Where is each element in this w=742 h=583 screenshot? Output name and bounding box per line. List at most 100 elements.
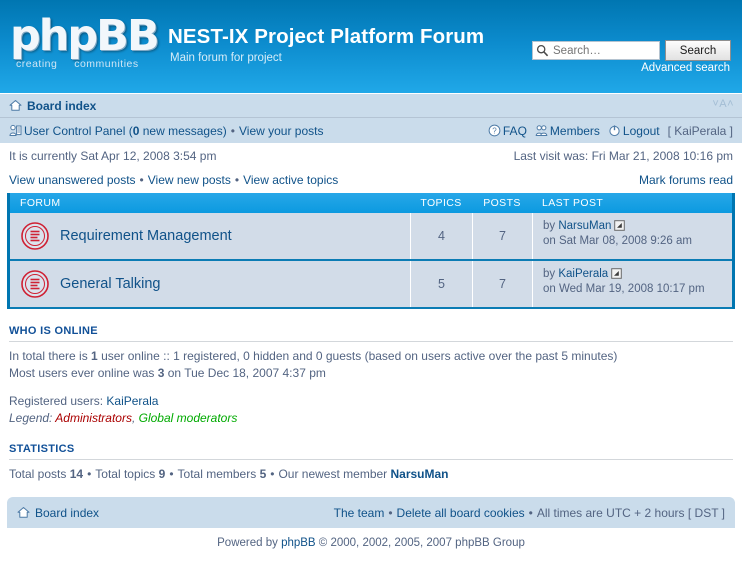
site-title: NEST-IX Project Platform Forum <box>168 25 485 48</box>
last-visit-text: Last visit was: Fri Mar 21, 2008 10:16 p… <box>513 149 733 163</box>
statistics-title: STATISTICS <box>9 443 733 460</box>
view-your-posts-link[interactable]: View your posts <box>239 124 324 138</box>
stat-separator-3: • <box>270 467 275 481</box>
faq-link[interactable]: ? FAQ <box>488 124 527 138</box>
total-posts-label: Total posts <box>9 467 70 481</box>
font-size-changer[interactable]: ˅A˄ <box>712 98 734 110</box>
online-spacer <box>9 382 733 393</box>
faq-icon: ? <box>488 124 501 136</box>
powered-prefix: Powered by <box>217 537 282 549</box>
page-wrapper: phpBB creating communities NEST-IX Proje… <box>0 0 742 549</box>
total-topics-label: Total topics <box>95 467 159 481</box>
forum-unread-icon <box>21 270 49 298</box>
column-header-posts: POSTS <box>483 197 521 209</box>
online-record-line: Most users ever online was 3 on Tue Dec … <box>9 365 733 382</box>
view-unanswered-posts-link[interactable]: View unanswered posts <box>9 173 136 187</box>
site-description: Main forum for project <box>170 52 282 64</box>
footer-separator-1: • <box>388 505 393 520</box>
online-record-suffix: on Tue Dec 18, 2007 4:37 pm <box>164 366 326 380</box>
column-header-forum: FORUM <box>20 197 61 209</box>
last-post-date: on Wed Mar 19, 2008 10:17 pm <box>543 283 705 295</box>
site-header: phpBB creating communities NEST-IX Proje… <box>0 0 742 93</box>
legend-global-moderators-link[interactable]: Global moderators <box>139 411 238 425</box>
registered-users-label: Registered users: <box>9 394 107 408</box>
footer-links: The team • Delete all board cookies • All ti… <box>334 506 725 520</box>
the-team-link[interactable]: The team <box>334 506 385 520</box>
search-field-wrapper[interactable] <box>532 41 660 60</box>
delete-cookies-link[interactable]: Delete all board cookies <box>397 506 525 520</box>
quicklink-separator-1: • <box>139 173 144 187</box>
members-icon <box>535 124 548 136</box>
forum-title-link[interactable]: General Talking <box>60 276 161 292</box>
ucp-label: User Control Panel ( <box>24 123 133 138</box>
home-icon <box>17 507 30 518</box>
table-row[interactable]: General Talking 5 7 by KaiPerala on Wed … <box>10 261 732 309</box>
search-input[interactable] <box>551 42 657 59</box>
logout-label: Logout <box>622 123 660 138</box>
column-header-topics: TOPICS <box>420 197 462 209</box>
forum-list-table: FORUM TOPICS POSTS LAST POST Requirement… <box>7 193 735 309</box>
view-new-posts-link[interactable]: View new posts <box>148 173 231 187</box>
forum-topics-count: 4 <box>410 213 472 259</box>
user-control-panel-link[interactable]: User Control Panel (0 new messages) <box>9 124 227 138</box>
search-button[interactable]: Search <box>665 40 731 61</box>
goto-last-post-icon[interactable] <box>614 220 626 231</box>
logout-link[interactable]: Logout <box>608 124 660 138</box>
online-total-suffix: user online :: 1 registered, 0 hidden an… <box>97 349 618 363</box>
breadcrumb-board-index-label: Board index <box>27 98 97 113</box>
who-is-online-body: In total there is 1 user online :: 1 reg… <box>9 348 733 427</box>
power-logout-icon <box>609 124 620 136</box>
logo-tagline: creating communities <box>16 58 139 70</box>
nav-separator-1: • <box>230 123 235 138</box>
forum-cell: Requirement Management <box>10 213 410 259</box>
legend-administrators-link[interactable]: Administrators <box>55 411 132 425</box>
online-total-line: In total there is 1 user online :: 1 reg… <box>9 348 733 365</box>
footer-separator-2: • <box>528 505 533 520</box>
forum-cell: General Talking <box>10 261 410 307</box>
registered-user-link[interactable]: KaiPerala <box>106 394 158 408</box>
last-post-author-link[interactable]: NarsuMan <box>558 220 611 232</box>
forum-unread-icon <box>21 222 49 250</box>
statistics-body: Total posts 14 • Total topics 9 • Total memb… <box>9 466 733 483</box>
last-post-by-prefix: by <box>543 220 559 232</box>
quick-links-row: View unanswered posts • View new posts • Vie… <box>0 163 742 193</box>
nav-links-left: User Control Panel (0 new messages) • Vi… <box>9 124 323 138</box>
mark-forums-read-link[interactable]: Mark forums read <box>639 173 733 187</box>
forum-last-post-cell: by KaiPerala on Wed Mar 19, 2008 10:17 p… <box>532 261 732 307</box>
goto-last-post-icon[interactable] <box>611 268 623 279</box>
table-row[interactable]: Requirement Management 4 7 by NarsuMan o… <box>10 213 732 261</box>
phpbb-brand-link[interactable]: phpBB <box>281 537 316 549</box>
breadcrumb-bar: Board index ˅A˄ <box>0 94 742 118</box>
logo-tagline-left: creating <box>16 58 58 70</box>
site-logo[interactable]: phpBB creating communities <box>10 14 160 76</box>
search-icon <box>536 44 549 57</box>
forum-topics-count: 5 <box>410 261 472 307</box>
forum-last-post-cell: by NarsuMan on Sat Mar 08, 2008 9:26 am <box>532 213 732 259</box>
footer-bar: Board index The team • Delete all board co… <box>7 497 735 528</box>
advanced-search-link[interactable]: Advanced search <box>641 62 730 74</box>
ucp-label-end: new messages) <box>139 123 227 138</box>
stat-separator-2: • <box>169 467 174 481</box>
newest-member-link[interactable]: NarsuMan <box>391 467 449 481</box>
footer-board-index-link[interactable]: Board index <box>17 506 99 520</box>
who-is-online-title: WHO IS ONLINE <box>9 325 733 342</box>
quick-links-left: View unanswered posts • View new posts • Vie… <box>9 173 338 187</box>
home-icon <box>9 100 22 111</box>
members-label: Members <box>549 123 600 138</box>
members-link[interactable]: Members <box>535 124 600 138</box>
online-total-count: 1 <box>91 349 98 363</box>
time-info-row: It is currently Sat Apr 12, 2008 3:54 pm… <box>0 143 742 163</box>
total-posts-value: 14 <box>69 467 84 481</box>
copyright-line: Powered by phpBB © 2000, 2002, 2005, 200… <box>0 528 742 549</box>
breadcrumb-board-index[interactable]: Board index <box>9 99 96 113</box>
total-members-label: Total members <box>177 467 260 481</box>
forum-title-link[interactable]: Requirement Management <box>60 228 232 244</box>
user-control-panel-icon <box>9 124 22 136</box>
current-time-text: It is currently Sat Apr 12, 2008 3:54 pm <box>9 149 217 163</box>
last-post-author-link[interactable]: KaiPerala <box>558 268 608 280</box>
online-total-prefix: In total there is <box>9 349 92 363</box>
view-active-topics-link[interactable]: View active topics <box>243 173 338 187</box>
registered-users-line: Registered users: KaiPerala <box>9 393 733 410</box>
legend-line: Legend: Administrators, Global moderator… <box>9 410 733 427</box>
nav-links-bar: User Control Panel (0 new messages) • Vi… <box>0 118 742 143</box>
